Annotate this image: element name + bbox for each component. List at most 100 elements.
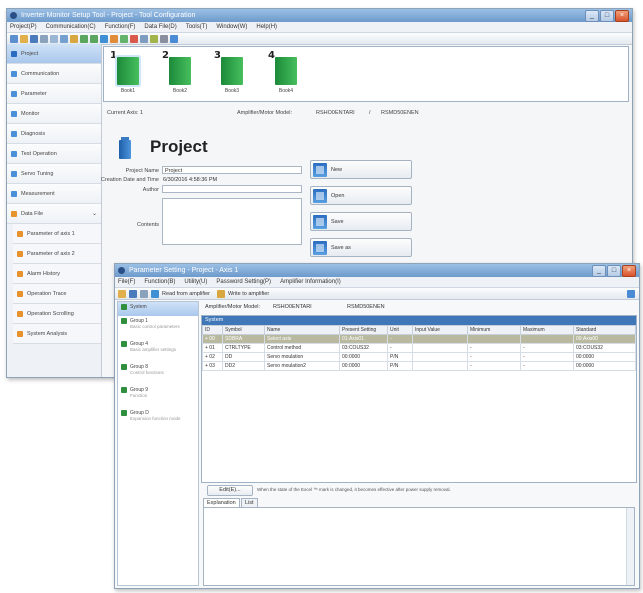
table-row[interactable]: + 00 SDBRA Select axis 01:Axis01 - 00:Ax…	[202, 334, 636, 344]
cut-icon[interactable]	[50, 34, 58, 43]
settings-icon[interactable]	[160, 34, 168, 43]
column-header[interactable]: Unit	[387, 325, 413, 335]
copy-icon[interactable]	[60, 34, 68, 43]
data-file-icon	[11, 210, 17, 217]
menu-password-setting[interactable]: Password Setting(P)	[216, 277, 271, 287]
save-icon[interactable]	[129, 289, 137, 298]
monitor-icon[interactable]	[100, 34, 108, 43]
explanation-scrollbar[interactable]	[626, 508, 634, 585]
contents-field[interactable]	[162, 198, 302, 245]
menu-communication[interactable]: Communication(C)	[46, 22, 96, 32]
app-icon	[10, 12, 17, 19]
file-icon	[17, 230, 23, 237]
column-header[interactable]: Maximum	[520, 325, 574, 335]
sidebar-item-group-9[interactable]: Group 9 Function	[118, 385, 198, 408]
new-icon[interactable]	[10, 34, 18, 43]
table-row[interactable]: + 01 CTRLTYPE Control method 03:COUS32 -…	[202, 343, 636, 353]
tab-explanation[interactable]: Explanation	[203, 498, 240, 507]
sidebar-item-system-analysis[interactable]: System Analysis	[13, 324, 101, 344]
sidebar-item-system[interactable]: System	[118, 302, 198, 316]
sidebar-item-monitor[interactable]: Monitor	[7, 104, 101, 124]
save-button[interactable]: Save	[310, 212, 412, 231]
minimize-button[interactable]: _	[592, 265, 606, 277]
sidebar-item-diagnosis[interactable]: Diagnosis	[7, 124, 101, 144]
sidebar-item-communication[interactable]: Communication	[7, 64, 101, 84]
group-icon	[121, 364, 127, 370]
main-titlebar[interactable]: Inverter Monitor Setup Tool - Project - …	[7, 9, 632, 22]
undo-icon[interactable]	[80, 34, 88, 43]
new-button[interactable]: New	[310, 160, 412, 179]
menu-window[interactable]: Window(W)	[216, 22, 247, 32]
sidebar-item-group-d[interactable]: Group D Expansion function mode	[118, 408, 198, 431]
menu-function[interactable]: Function(B)	[144, 277, 175, 287]
open-icon[interactable]	[118, 289, 126, 298]
creation-date-value: 6/30/2016 4:58:36 PM	[163, 177, 218, 183]
book-icon	[117, 57, 139, 85]
maximize-button[interactable]: □	[607, 265, 621, 277]
column-header[interactable]: Present Setting	[339, 325, 388, 335]
amplifier-value: RSHO0ENTARI	[316, 110, 355, 116]
edit-button[interactable]: Edit(E)...	[207, 485, 253, 496]
save-as-button[interactable]: Save as	[310, 238, 412, 257]
alarm-icon[interactable]	[130, 34, 138, 43]
maximize-button[interactable]: □	[600, 10, 614, 22]
help-icon[interactable]	[627, 289, 635, 298]
menu-help[interactable]: Help(H)	[256, 22, 277, 32]
menu-project[interactable]: Project(P)	[10, 22, 37, 32]
menu-file[interactable]: File(F)	[118, 277, 135, 287]
sidebar-item-operation-trace[interactable]: Operation Trace	[13, 284, 101, 304]
sidebar-item-group-4[interactable]: Group 4 Basic amplifier settings	[118, 339, 198, 362]
column-header[interactable]: ID	[202, 325, 223, 335]
column-header[interactable]: Symbol	[222, 325, 265, 335]
sidebar-item-data-file[interactable]: Data File ⌄	[7, 204, 101, 224]
author-field[interactable]	[162, 185, 302, 193]
open-button[interactable]: Open	[310, 186, 412, 205]
sidebar-item-group-8[interactable]: Group 8 Control functions	[118, 362, 198, 385]
minimize-button[interactable]: _	[585, 10, 599, 22]
sidebar-item-parameter[interactable]: Parameter	[7, 84, 101, 104]
tab-list[interactable]: List	[241, 498, 258, 507]
param-titlebar[interactable]: Parameter Setting - Project - Axis 1 _ □…	[115, 264, 639, 277]
table-row[interactable]: + 03 DD2 Servo moulation2 00:0000 P/N - …	[202, 361, 636, 371]
system-icon	[121, 304, 127, 310]
sidebar-item-parameter-axis-2[interactable]: Parameter of axis 2	[13, 244, 101, 264]
menu-data-file[interactable]: Data File(D)	[144, 22, 176, 32]
graph-icon[interactable]	[120, 34, 128, 43]
column-header[interactable]: Input Value	[412, 325, 468, 335]
column-header[interactable]: Standard	[573, 325, 636, 335]
sidebar-item-alarm-history[interactable]: Alarm History	[13, 264, 101, 284]
menu-function[interactable]: Function(F)	[105, 22, 136, 32]
group-icon	[121, 318, 127, 324]
close-button[interactable]: ×	[615, 10, 629, 22]
sidebar-item-operation-scrolling[interactable]: Operation Scrolling	[13, 304, 101, 324]
table-row[interactable]: + 02 DD Servo moulation 00:0000 P/N - - …	[202, 352, 636, 362]
test-icon[interactable]	[140, 34, 148, 43]
print-icon[interactable]	[140, 289, 148, 298]
write-to-amplifier-button[interactable]: Write to amplifier	[228, 291, 269, 297]
book-icon	[169, 57, 191, 85]
open-icon[interactable]	[20, 34, 28, 43]
explanation-text-area[interactable]	[203, 507, 635, 586]
column-header[interactable]: Name	[264, 325, 340, 335]
paste-icon[interactable]	[70, 34, 78, 43]
read-from-amplifier-button[interactable]: Read from amplifier	[162, 291, 210, 297]
menu-tools[interactable]: Tools(T)	[186, 22, 208, 32]
help-icon[interactable]	[170, 34, 178, 43]
menu-amplifier-information[interactable]: Amplifier Information(I)	[280, 277, 341, 287]
parameter-icon[interactable]	[110, 34, 118, 43]
axis-info-bar: Current Axis: 1 Amplifier/Motor Model: R…	[107, 110, 626, 120]
menu-utility[interactable]: Utility(U)	[184, 277, 207, 287]
sidebar-item-test-operation[interactable]: Test Operation	[7, 144, 101, 164]
save-icon[interactable]	[30, 34, 38, 43]
sidebar-item-group-1[interactable]: Group 1 Basic control parameters	[118, 316, 198, 339]
print-icon[interactable]	[40, 34, 48, 43]
redo-icon[interactable]	[90, 34, 98, 43]
chevron-down-icon[interactable]: ⌄	[92, 210, 97, 217]
amplifier-value: RSHO0ENTARI	[273, 304, 312, 310]
close-button[interactable]: ×	[622, 265, 636, 277]
project-name-field[interactable]: Project	[162, 166, 302, 174]
sidebar-item-project[interactable]: Project	[7, 44, 101, 64]
tuning-icon[interactable]	[150, 34, 158, 43]
contents-label: Contents	[136, 222, 159, 228]
column-header[interactable]: Minimum	[467, 325, 521, 335]
